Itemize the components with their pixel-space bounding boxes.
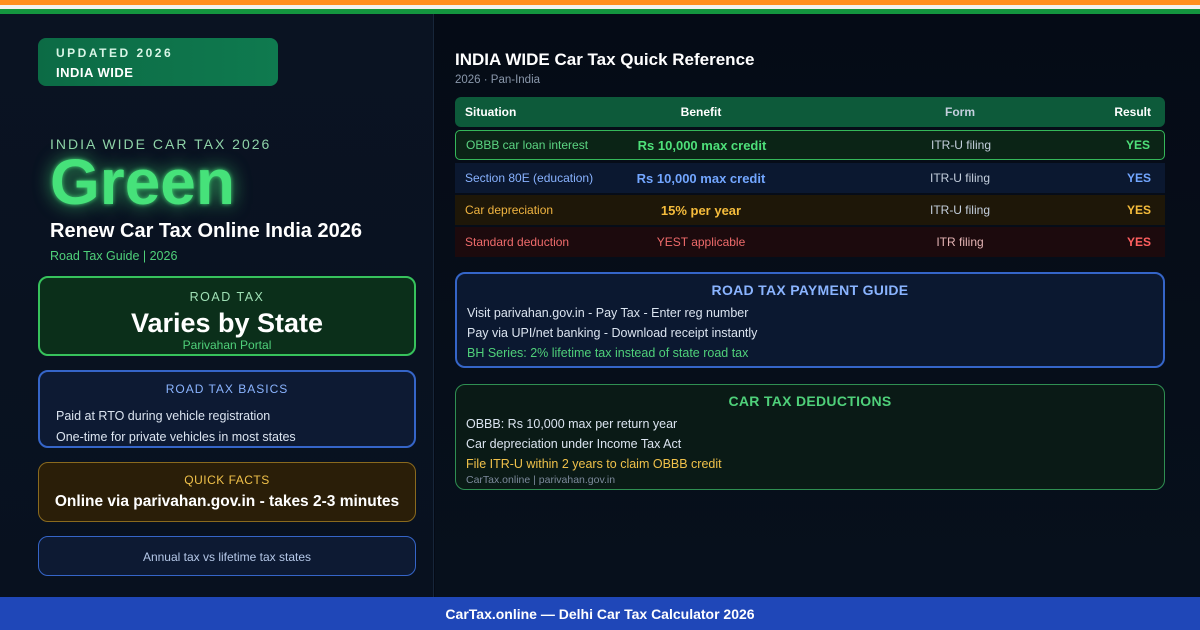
road-tax-basics-card: ROAD TAX BASICS Paid at RTO during vehic… (38, 370, 416, 448)
cell-form: ITR-U filing (930, 138, 991, 152)
payment-guide-line: BH Series: 2% lifetime tax instead of st… (467, 346, 749, 360)
cell-situation: Standard deduction (465, 235, 570, 249)
deductions-line: Car depreciation under Income Tax Act (466, 437, 682, 451)
road-tax-card: ROAD TAX Varies by State Parivahan Porta… (38, 276, 416, 356)
reference-title: INDIA WIDE Car Tax Quick Reference (455, 50, 755, 69)
badge-region-label: INDIA WIDE (56, 65, 134, 80)
hero-subtitle: Road Tax Guide | 2026 (50, 249, 178, 263)
quick-facts-value: Online via parivahan.gov.in - takes 2-3 … (54, 493, 400, 510)
road-tax-value: Varies by State (130, 308, 324, 338)
cell-form: ITR-U filing (929, 171, 990, 185)
right-panel: INDIA WIDE Car Tax Quick Reference 2026 … (435, 14, 1200, 597)
cell-situation: Section 80E (education) (465, 171, 594, 185)
road-tax-source: Parivahan Portal (182, 338, 272, 352)
table-row: Section 80E (education) Rs 10,000 max cr… (455, 163, 1165, 193)
payment-guide-line: Pay via UPI/net banking - Download recei… (467, 326, 758, 340)
header-benefit: Benefit (680, 105, 722, 119)
table-row: OBBB car loan interest Rs 10,000 max cre… (455, 130, 1165, 160)
annual-vs-lifetime-card: Annual tax vs lifetime tax states (38, 536, 416, 576)
hero-title: Renew Car Tax Online India 2026 (50, 220, 362, 242)
basics-label: ROAD TAX BASICS (165, 382, 289, 396)
cell-result: YES (1126, 203, 1151, 217)
footer-bar: CarTax.online — Delhi Car Tax Calculator… (0, 597, 1200, 630)
table-row: Car depreciation 15% per year ITR-U fili… (455, 195, 1165, 225)
payment-guide-title: ROAD TAX PAYMENT GUIDE (711, 282, 909, 298)
annual-vs-lifetime-text: Annual tax vs lifetime tax states (142, 550, 312, 564)
cell-situation: OBBB car loan interest (466, 138, 589, 152)
payment-guide-line: Visit parivahan.gov.in - Pay Tax - Enter… (467, 306, 749, 320)
deductions-line: File ITR-U within 2 years to claim OBBB … (466, 457, 722, 471)
cell-benefit: Rs 10,000 max credit (636, 170, 766, 186)
road-tax-label: ROAD TAX (189, 290, 265, 304)
quick-facts-card: QUICK FACTS Online via parivahan.gov.in … (38, 462, 416, 522)
updated-badge: UPDATED 2026 INDIA WIDE (38, 38, 278, 86)
cell-situation: Car depreciation (465, 203, 554, 217)
cell-benefit: 15% per year (660, 202, 742, 218)
deductions-card: CAR TAX DEDUCTIONS OBBB: Rs 10,000 max p… (455, 384, 1165, 490)
basics-line: Paid at RTO during vehicle registration (56, 409, 271, 423)
table-header: Situation Benefit Form Result (455, 97, 1165, 127)
cell-result: YES (1126, 171, 1151, 185)
cell-form: ITR filing (936, 235, 984, 249)
cell-result: YES (1126, 235, 1151, 249)
cell-benefit: Rs 10,000 max credit (637, 137, 767, 153)
header-form: Form (945, 105, 975, 119)
reference-subtitle: 2026 · Pan-India (455, 74, 541, 86)
deductions-source: CarTax.online | parivahan.gov.in (466, 474, 616, 486)
basics-line: One-time for private vehicles in most st… (56, 430, 296, 444)
header-result: Result (1114, 105, 1151, 119)
left-panel: UPDATED 2026 INDIA WIDE INDIA WIDE CAR T… (0, 14, 434, 597)
header-situation: Situation (465, 105, 517, 119)
deductions-title: CAR TAX DEDUCTIONS (728, 393, 892, 409)
table-row: Standard deduction YEST applicable ITR f… (455, 227, 1165, 257)
hero-word: Green (50, 146, 235, 218)
deductions-line: OBBB: Rs 10,000 max per return year (466, 417, 678, 431)
payment-guide-card: ROAD TAX PAYMENT GUIDE Visit parivahan.g… (455, 272, 1165, 368)
cell-result: YES (1125, 138, 1150, 152)
badge-updated-label: UPDATED 2026 (56, 46, 174, 60)
cell-benefit: YEST applicable (656, 235, 746, 249)
quick-facts-label: QUICK FACTS (184, 473, 270, 487)
cell-form: ITR-U filing (929, 203, 990, 217)
footer-text: CarTax.online — Delhi Car Tax Calculator… (445, 605, 755, 622)
